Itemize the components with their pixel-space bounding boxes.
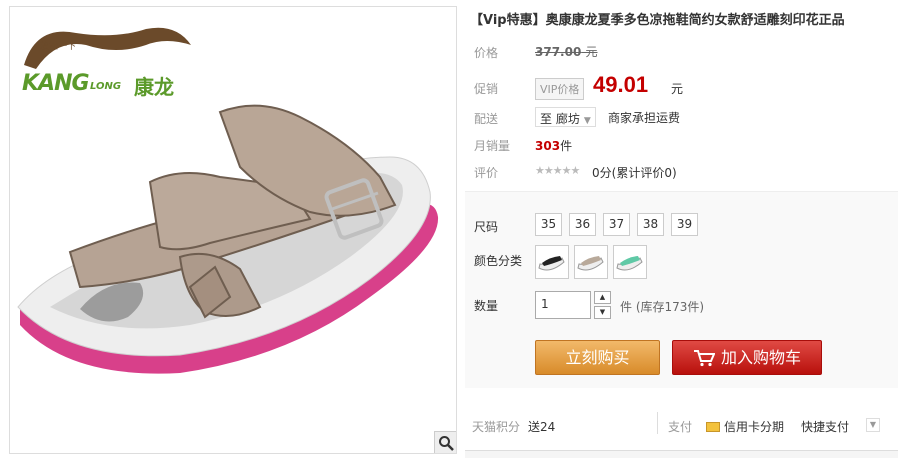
shipping-fee: 商家承担运费 (608, 111, 681, 125)
quick-pay[interactable]: 快捷支付 (801, 418, 849, 435)
shipping-destination-select[interactable]: 至 廊坊 ▼ (535, 107, 596, 127)
size-option-35[interactable]: 35 (535, 213, 562, 236)
original-price-value: 377.00 (535, 45, 582, 59)
size-label: 尺码 (474, 220, 499, 234)
magnifier-icon (439, 436, 454, 451)
original-price-unit: 元 (585, 45, 598, 59)
color-option-green[interactable] (613, 245, 647, 279)
review-summary[interactable]: 0分(累计评价0) (592, 164, 677, 181)
size-option-36[interactable]: 36 (569, 213, 596, 236)
grey-sandal-thumbnail (577, 256, 604, 271)
shipping-destination: 至 廊坊 (540, 112, 580, 126)
credit-card-icon (706, 422, 720, 432)
rating-label: 评价 (474, 166, 499, 180)
promo-price: 49.01 (593, 72, 649, 97)
zoom-button[interactable] (434, 431, 456, 453)
vip-price-tag: VIP价格 (535, 78, 585, 100)
credit-installment-label: 信用卡分期 (724, 420, 785, 434)
rating-stars: ★★★★★ (535, 164, 580, 177)
pay-label: 支付 (668, 420, 693, 434)
points-value: 送24 (528, 420, 556, 434)
bottom-strip (465, 450, 898, 458)
sales-label: 月销量 (474, 139, 511, 153)
shopping-cart-icon (693, 350, 716, 367)
quantity-label: 数量 (474, 299, 499, 313)
sandal-image (17, 104, 439, 374)
promo-price-unit: 元 (671, 82, 684, 96)
sales-unit: 件 (560, 139, 573, 153)
original-price: 377.00 元 (535, 43, 598, 60)
color-option-black[interactable] (535, 245, 569, 279)
size-option-38[interactable]: 38 (637, 213, 664, 236)
quantity-increase-button[interactable]: ▲ (594, 291, 611, 304)
add-to-cart-button[interactable]: 加入购物车 (672, 340, 822, 375)
points-label: 天猫积分 (472, 420, 521, 434)
product-title: 【Vip特惠】奥康康龙夏季多色凉拖鞋简约女款舒适雕刻印花正品 (470, 13, 845, 28)
quantity-input[interactable]: 1 (535, 291, 591, 319)
bottom-divider (657, 412, 658, 434)
color-label: 颜色分类 (474, 254, 523, 268)
product-main-image[interactable]: 放松一下 KANG LONG 康龙 (9, 6, 457, 454)
stock-info: 件 (库存173件) (620, 300, 705, 314)
add-to-cart-label: 加入购物车 (720, 348, 801, 367)
size-option-37[interactable]: 37 (603, 213, 630, 236)
shipping-label: 配送 (474, 112, 499, 126)
buy-now-button[interactable]: 立刻购买 (535, 340, 660, 375)
size-option-39[interactable]: 39 (671, 213, 698, 236)
sales-count: 303 (535, 139, 561, 153)
green-sandal-thumbnail (616, 256, 643, 271)
chevron-down-icon: ▼ (583, 116, 591, 126)
quantity-decrease-button[interactable]: ▼ (594, 306, 611, 319)
promo-label: 促销 (474, 82, 499, 96)
color-option-grey[interactable] (574, 245, 608, 279)
price-label: 价格 (474, 46, 499, 60)
credit-installment[interactable]: 信用卡分期 (706, 418, 784, 435)
monthly-sales: 303件 (535, 137, 572, 154)
expand-payment-button[interactable]: ▼ (866, 418, 880, 432)
black-sandal-thumbnail (538, 256, 565, 271)
